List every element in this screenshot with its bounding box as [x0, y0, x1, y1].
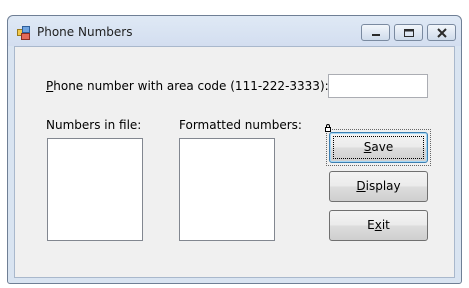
phone-number-label: Phone number with area code (111-222-333… — [46, 79, 329, 93]
title-bar[interactable]: Phone Numbers — [8, 16, 461, 46]
maximize-icon — [404, 29, 414, 37]
form-icon — [17, 25, 31, 40]
phone-numbers-window: Phone Numbers Phone number with area cod… — [7, 15, 462, 284]
minimize-button[interactable] — [361, 24, 390, 41]
window-title: Phone Numbers — [37, 25, 133, 39]
maximize-button[interactable] — [394, 24, 423, 41]
display-button[interactable]: Display — [329, 171, 428, 202]
close-icon — [437, 28, 447, 38]
numbers-in-file-label: Numbers in file: — [46, 118, 142, 132]
formatted-numbers-label: Formatted numbers: — [179, 118, 302, 132]
phone-number-input[interactable] — [328, 74, 428, 98]
numbers-in-file-listbox[interactable] — [47, 138, 143, 241]
sizing-handle-icon — [325, 124, 331, 132]
exit-button[interactable]: Exit — [329, 210, 428, 241]
close-button[interactable] — [427, 24, 456, 41]
form-client-area: Phone number with area code (111-222-333… — [14, 46, 455, 278]
save-button[interactable]: Save — [329, 132, 428, 163]
minimize-icon — [372, 34, 380, 36]
formatted-numbers-listbox[interactable] — [179, 138, 275, 241]
